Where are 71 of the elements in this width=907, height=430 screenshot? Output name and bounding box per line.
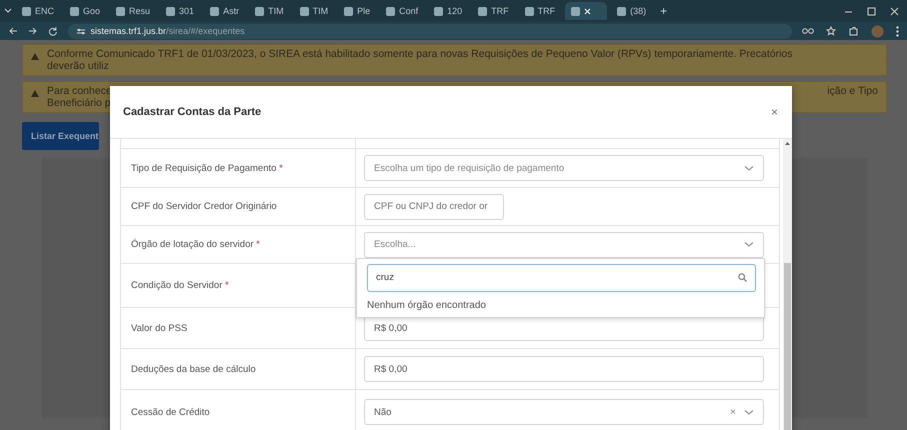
extensions-icon[interactable] [848, 26, 860, 36]
scrollbar[interactable] [783, 139, 792, 430]
favicon-icon [386, 6, 396, 16]
close-button[interactable]: × [770, 105, 778, 119]
browser-tab[interactable]: Astr [204, 2, 246, 20]
favicon-icon [70, 6, 80, 16]
search-icon[interactable] [738, 273, 747, 282]
warning-icon [31, 53, 39, 60]
reload-icon[interactable] [48, 26, 58, 36]
select-field[interactable]: Não × [364, 399, 764, 425]
browser-tab[interactable]: Goo [64, 2, 106, 20]
browser-tab[interactable]: Conf [380, 2, 424, 20]
favicon-icon [210, 6, 220, 16]
field-label: Condição do Servidor * [121, 264, 356, 307]
alert-text: Conforme Comunicado TRF1 de 01/03/2023, o SIREA está habilitado somente para novas Requisições de Pequeno Valor (RPVs) temporariamente. Precatórios [47, 48, 793, 60]
favicon-icon [434, 6, 444, 16]
forward-arrow-icon[interactable] [28, 26, 38, 36]
field-label: Valor do PSS [121, 308, 356, 348]
back-arrow-icon[interactable] [8, 26, 18, 36]
favicon-icon [617, 6, 626, 16]
favicon-icon [116, 6, 126, 16]
favicon-icon [478, 6, 488, 16]
key-icon[interactable] [802, 27, 814, 35]
browser-tab[interactable]: 301 [160, 2, 200, 20]
favicon-icon [166, 6, 176, 16]
no-results-message: Nenhum órgão encontrado [366, 298, 487, 312]
favicon-icon [344, 6, 354, 16]
input-field[interactable]: R$ 0,00 [364, 356, 764, 382]
favicon-icon [255, 6, 264, 16]
browser-tab[interactable]: ENC [16, 2, 60, 20]
chevron-down-icon[interactable] [744, 241, 754, 248]
favicon-icon [571, 6, 580, 16]
scroll-up-icon[interactable] [784, 141, 791, 146]
browser-tab[interactable]: 120 [428, 2, 468, 20]
site-settings-icon[interactable] [76, 26, 86, 36]
field-label: Tipo de Requisição de Pagamento * [121, 149, 356, 187]
menu-icon[interactable] [896, 26, 900, 36]
browser-tab[interactable]: TRF [472, 2, 515, 20]
favicon-icon [524, 6, 534, 16]
address-bar[interactable]: sistemas.trf1.jus.br/sirea/#/exequentes [68, 24, 792, 38]
clear-button[interactable]: × [730, 406, 736, 418]
alert-text: deverão utiliz [47, 60, 109, 72]
input-field[interactable]: CPF ou CNPJ do credor or [364, 194, 504, 220]
close-icon[interactable] [890, 6, 899, 16]
browser-tab[interactable]: Resu [110, 2, 156, 20]
alert-text: ição e Tipo [827, 85, 878, 97]
alert-text: Beneficiário p [47, 97, 111, 109]
browser-tab[interactable] [565, 2, 608, 20]
browser-tab[interactable]: TIM [249, 2, 290, 20]
chevron-down-icon[interactable] [744, 164, 754, 172]
favicon-icon [22, 6, 31, 16]
select-field[interactable]: Escolha um tipo de requisição de pagamento [364, 155, 764, 181]
field-label: Deduções da base de cálculo [121, 349, 356, 389]
tab-list-icon[interactable] [4, 7, 12, 15]
list-button[interactable]: Listar Exequent [22, 122, 99, 150]
browser-tab[interactable]: TIM [294, 2, 334, 20]
field-label: CPF do Servidor Credor Originário [121, 188, 356, 225]
browser-tab[interactable]: (38) [611, 2, 652, 20]
favicon-icon [300, 6, 309, 16]
select-field[interactable]: Escolha... [364, 232, 764, 258]
browser-tab[interactable]: TRF [518, 2, 562, 20]
search-field[interactable]: cruz [367, 264, 756, 292]
maximize-icon[interactable] [867, 6, 876, 16]
field-label: Cessão de Crédito [121, 390, 356, 430]
star-icon[interactable] [826, 26, 836, 36]
chevron-down-icon[interactable] [744, 408, 754, 416]
new-tab-button[interactable]: + [660, 4, 668, 18]
browser-tab[interactable]: Ple [338, 2, 376, 20]
alert-text: Para conhece [47, 85, 112, 97]
warning-icon [31, 90, 39, 97]
modal-title: Cadastrar Contas da Parte [123, 106, 262, 118]
